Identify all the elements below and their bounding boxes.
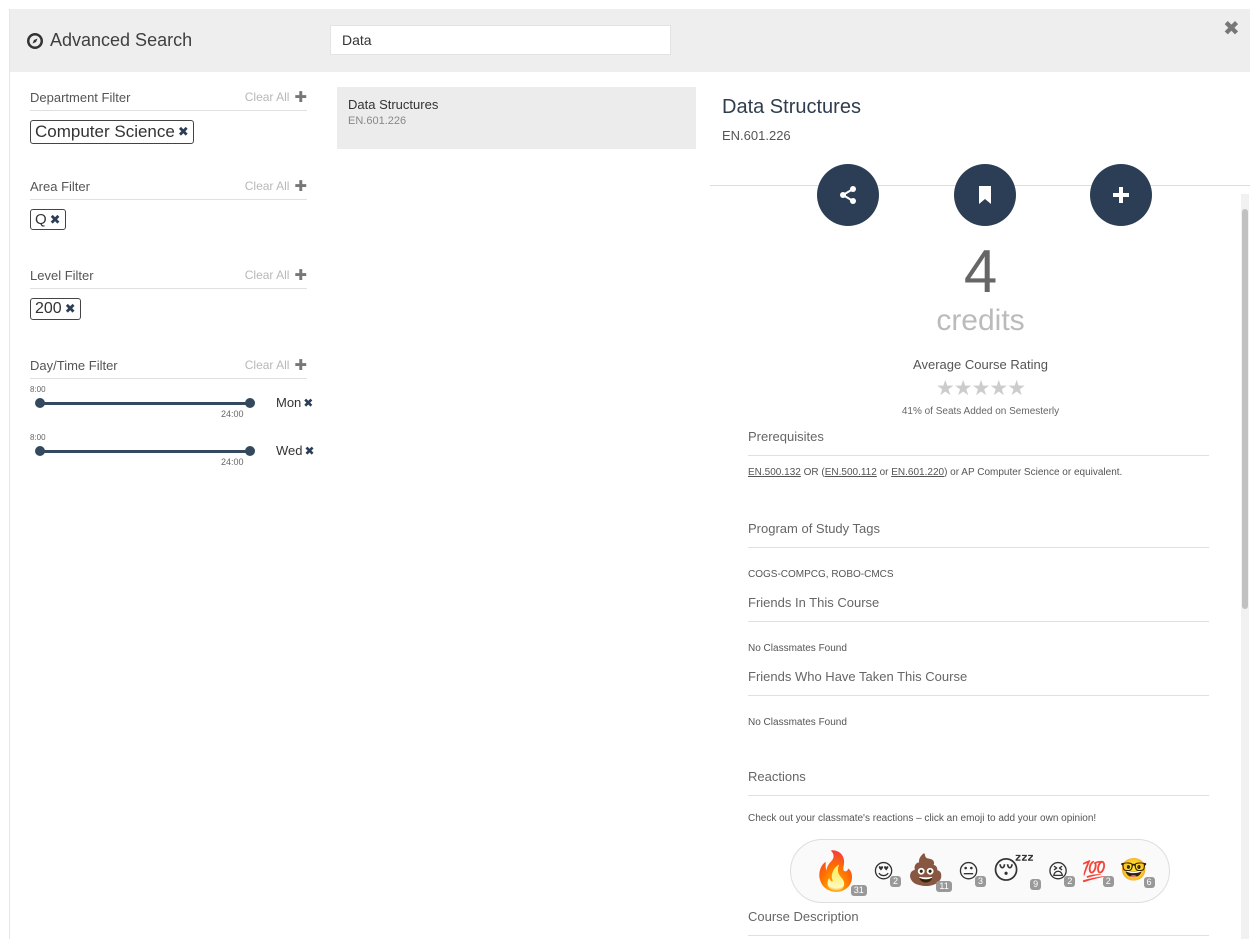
reactions-heading: Reactions [748,769,1209,796]
filter-label: Department Filter [30,89,131,105]
reaction-count: 2 [1064,876,1076,887]
seats-text: 41% of Seats Added on Semesterly [901,406,1060,417]
compass-icon [27,32,43,49]
plus-icon[interactable]: ✚ [294,177,307,195]
reactions-text: Check out your classmate's reactions – c… [748,813,1097,824]
prereq-link[interactable]: EN.500.112 [825,467,877,478]
search-input[interactable] [330,25,671,55]
reaction-count: 31 [850,885,867,896]
filter-label: Area Filter [30,178,90,194]
scrollbar-thumb[interactable] [1242,209,1248,609]
reaction-count: 2 [1102,876,1114,887]
weary-face-icon[interactable]: 😫 2 [1048,861,1076,887]
course-title: Data Structures [722,96,861,118]
slider-start-handle[interactable] [35,398,45,408]
friends-taken-text: No Classmates Found [748,717,847,728]
remove-icon[interactable]: ✖ [303,396,313,410]
add-course-button[interactable] [1090,164,1152,226]
header-title: Advanced Search [26,30,192,51]
time-slider-wed: 8:00 24:00 Wed ✖ [30,433,330,481]
bookmark-button[interactable] [954,164,1016,226]
result-title: Data Structures [348,97,439,112]
filter-chip[interactable]: 200 ✖ [30,298,81,320]
daytime-filter: Day/Time Filter Clear All ✚ 8:00 24:00 Mo… [30,352,330,481]
slider-start-label: 8:00 [30,433,46,442]
level-filter: Level Filter Clear All ✚ 200 ✖ [30,262,307,320]
reaction-count: 9 [1030,879,1042,890]
advanced-search-panel: Advanced Search ✖ Department Filter Clea… [9,9,1250,939]
prereq-link[interactable]: EN.601.220 [891,467,944,478]
search-result-item[interactable]: Data Structures EN.601.226 [337,87,696,149]
nerd-face-icon[interactable]: 🤓 6 [1120,860,1155,888]
filter-label: Day/Time Filter [30,357,118,373]
filter-chip[interactable]: Computer Science ✖ [30,120,194,144]
plus-icon[interactable]: ✚ [294,88,307,106]
reaction-count: 6 [1143,877,1155,888]
avg-rating-label: Average Course Rating [913,357,1048,372]
share-icon [840,186,856,204]
day-chip[interactable]: Mon ✖ [276,395,313,410]
reactions-bar: 🔥 31 😍 2 💩 11 😐 3 😴 9 😫 2 💯 2 🤓 6 [790,839,1170,903]
clear-all-button[interactable]: Clear All ✚ [245,177,307,195]
clear-all-button[interactable]: Clear All ✚ [245,266,307,284]
close-icon[interactable]: ✖ [1223,16,1240,41]
friends-in-text: No Classmates Found [748,643,847,654]
slider-end-handle[interactable] [245,446,255,456]
day-chip[interactable]: Wed ✖ [276,443,315,458]
sleeping-face-icon[interactable]: 😴 9 [992,858,1042,890]
heart-eyes-icon[interactable]: 😍 2 [873,861,901,887]
friends-in-heading: Friends In This Course [748,595,1209,622]
hundred-icon[interactable]: 💯 2 [1082,861,1114,887]
slider-end-label: 24:00 [221,457,244,467]
bookmark-icon [979,186,991,204]
slider-track[interactable] [38,402,250,405]
department-filter: Department Filter Clear All ✚ Computer Sc… [30,84,307,144]
rating-stars[interactable]: ★★★★★ [710,376,1250,401]
plus-icon[interactable]: ✚ [294,356,307,374]
clear-all-button[interactable]: Clear All ✚ [245,88,307,106]
result-code: EN.601.226 [348,115,407,127]
reaction-count: 2 [889,876,901,887]
remove-icon[interactable]: ✖ [65,301,76,317]
filter-chip[interactable]: Q ✖ [30,209,66,230]
course-code: EN.601.226 [722,128,791,143]
prereq-link[interactable]: EN.500.132 [748,467,801,478]
slider-start-handle[interactable] [35,446,45,456]
plus-icon [1113,187,1129,203]
filter-label: Level Filter [30,267,94,283]
remove-icon[interactable]: ✖ [178,124,189,140]
plus-icon[interactable]: ✚ [294,266,307,284]
credits-number: 4 [963,238,998,305]
time-slider-mon: 8:00 24:00 Mon ✖ [30,385,330,433]
slider-end-handle[interactable] [245,398,255,408]
slider-track[interactable] [38,450,250,453]
reaction-count: 3 [975,876,987,887]
fire-icon[interactable]: 🔥 31 [812,852,867,896]
slider-end-label: 24:00 [221,409,244,419]
prereq-heading: Prerequisites [748,429,1209,456]
reaction-count: 11 [936,881,952,892]
tags-heading: Program of Study Tags [748,521,1209,548]
share-button[interactable] [817,164,879,226]
area-filter: Area Filter Clear All ✚ Q ✖ [30,173,307,230]
search-header: Advanced Search ✖ [10,9,1250,72]
friends-taken-heading: Friends Who Have Taken This Course [748,669,1209,696]
slider-start-label: 8:00 [30,385,46,394]
tags-text: COGS-COMPCG, ROBO-CMCS [748,569,894,580]
remove-icon[interactable]: ✖ [50,212,61,228]
poop-icon[interactable]: 💩 11 [907,856,952,892]
remove-icon[interactable]: ✖ [305,444,315,458]
neutral-face-icon[interactable]: 😐 3 [958,861,987,887]
prereq-text: EN.500.132 OR (EN.500.112 or EN.601.220)… [748,467,1123,478]
detail-scrollbar[interactable] [1241,194,1249,939]
description-heading: Course Description [748,909,1209,936]
header-title-text: Advanced Search [50,30,193,50]
course-detail: Data Structures EN.601.226 4 credits Ave… [710,87,1250,939]
credits-label: credits [936,304,1025,337]
clear-all-button[interactable]: Clear All ✚ [245,356,307,374]
